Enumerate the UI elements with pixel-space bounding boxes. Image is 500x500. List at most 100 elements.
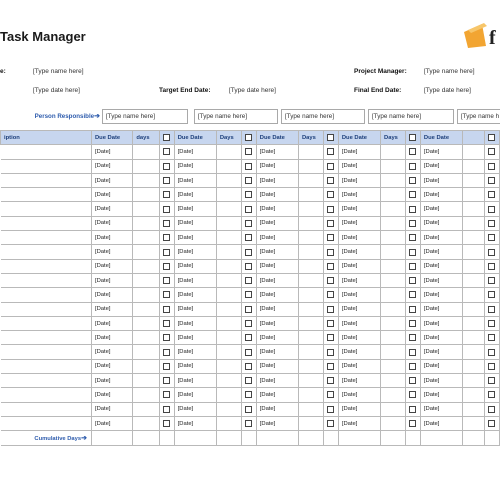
days-cell[interactable]	[380, 301, 406, 317]
due-date-cell[interactable]: [Date]	[255, 172, 299, 189]
days-cell[interactable]	[215, 287, 242, 303]
due-date-cell[interactable]: [Date]	[337, 315, 382, 332]
cumulative-due-cell[interactable]	[419, 430, 464, 446]
days-cell[interactable]	[462, 330, 485, 346]
days-cell[interactable]	[380, 144, 406, 160]
done-checkbox[interactable]	[322, 415, 339, 432]
target-end-value[interactable]: [Type date here]	[229, 87, 276, 94]
done-checkbox[interactable]	[240, 244, 257, 260]
due-date-cell[interactable]: [Date]	[90, 415, 134, 432]
days-cell[interactable]	[215, 330, 242, 346]
due-date-cell[interactable]: [Date]	[337, 144, 382, 160]
done-checkbox[interactable]	[483, 373, 500, 389]
days-cell[interactable]	[215, 215, 242, 232]
due-date-cell[interactable]: [Date]	[255, 401, 299, 417]
done-checkbox[interactable]	[404, 187, 421, 203]
done-checkbox[interactable]	[483, 201, 500, 217]
person-responsible-input[interactable]: [Type name h	[457, 109, 500, 124]
days-cell[interactable]	[297, 387, 324, 403]
days-cell[interactable]	[215, 144, 242, 160]
due-date-cell[interactable]: [Date]	[419, 172, 464, 189]
days-cell[interactable]	[462, 144, 485, 160]
days-cell[interactable]	[132, 387, 160, 403]
task-description-cell[interactable]	[0, 144, 92, 160]
due-date-cell[interactable]: [Date]	[173, 415, 217, 432]
cumulative-check-cell[interactable]	[158, 430, 175, 446]
task-description-cell[interactable]	[0, 344, 92, 360]
days-cell[interactable]	[215, 187, 242, 203]
task-description-cell[interactable]	[0, 172, 92, 189]
person-responsible-input[interactable]: [Type name here]	[368, 109, 454, 124]
due-date-cell[interactable]: [Date]	[173, 344, 217, 360]
due-date-cell[interactable]: [Date]	[337, 187, 382, 203]
done-checkbox[interactable]	[240, 258, 257, 274]
done-checkbox[interactable]	[404, 172, 421, 189]
due-date-cell[interactable]: [Date]	[173, 301, 217, 317]
done-checkbox[interactable]	[158, 187, 175, 203]
days-cell[interactable]	[132, 344, 160, 360]
due-date-cell[interactable]: [Date]	[419, 401, 464, 417]
days-cell[interactable]	[132, 244, 160, 260]
days-cell[interactable]	[462, 415, 485, 432]
due-date-cell[interactable]: [Date]	[337, 158, 382, 174]
done-checkbox[interactable]	[322, 187, 339, 203]
cumulative-due-cell[interactable]	[173, 430, 217, 446]
days-cell[interactable]	[462, 344, 485, 360]
done-checkbox[interactable]	[483, 344, 500, 360]
project-manager-value[interactable]: [Type name here]	[424, 68, 475, 75]
done-checkbox[interactable]	[404, 401, 421, 417]
days-cell[interactable]	[215, 201, 242, 217]
task-description-cell[interactable]	[0, 301, 92, 317]
days-cell[interactable]	[462, 187, 485, 203]
due-date-cell[interactable]: [Date]	[255, 215, 299, 232]
due-date-cell[interactable]: [Date]	[419, 330, 464, 346]
due-date-cell[interactable]: [Date]	[90, 215, 134, 232]
done-checkbox[interactable]	[404, 144, 421, 160]
done-checkbox[interactable]	[158, 172, 175, 189]
done-checkbox[interactable]	[483, 272, 500, 289]
days-cell[interactable]	[297, 401, 324, 417]
days-cell[interactable]	[462, 172, 485, 189]
days-cell[interactable]	[380, 244, 406, 260]
days-cell[interactable]	[380, 315, 406, 332]
days-cell[interactable]	[132, 258, 160, 274]
done-checkbox[interactable]	[322, 172, 339, 189]
days-cell[interactable]	[380, 201, 406, 217]
days-cell[interactable]	[380, 230, 406, 246]
due-date-cell[interactable]: [Date]	[90, 187, 134, 203]
cumulative-days-cell[interactable]	[132, 430, 160, 446]
due-date-cell[interactable]: [Date]	[90, 358, 134, 375]
done-checkbox[interactable]	[483, 401, 500, 417]
days-cell[interactable]	[132, 358, 160, 375]
cumulative-check-cell[interactable]	[404, 430, 421, 446]
days-cell[interactable]	[462, 201, 485, 217]
done-checkbox[interactable]	[322, 401, 339, 417]
due-date-cell[interactable]: [Date]	[337, 287, 382, 303]
done-checkbox[interactable]	[240, 187, 257, 203]
days-cell[interactable]	[297, 330, 324, 346]
due-date-cell[interactable]: [Date]	[90, 272, 134, 289]
due-date-cell[interactable]: [Date]	[419, 244, 464, 260]
due-date-cell[interactable]: [Date]	[337, 215, 382, 232]
done-checkbox[interactable]	[483, 415, 500, 432]
days-cell[interactable]	[462, 373, 485, 389]
task-description-cell[interactable]	[0, 415, 92, 432]
due-date-cell[interactable]: [Date]	[90, 301, 134, 317]
done-checkbox[interactable]	[322, 215, 339, 232]
done-checkbox[interactable]	[158, 387, 175, 403]
days-cell[interactable]	[132, 301, 160, 317]
due-date-cell[interactable]: [Date]	[173, 230, 217, 246]
done-checkbox[interactable]	[483, 215, 500, 232]
done-checkbox[interactable]	[322, 158, 339, 174]
days-cell[interactable]	[462, 387, 485, 403]
done-checkbox[interactable]	[240, 373, 257, 389]
done-checkbox[interactable]	[404, 301, 421, 317]
days-cell[interactable]	[215, 387, 242, 403]
done-checkbox[interactable]	[404, 373, 421, 389]
due-date-cell[interactable]: [Date]	[337, 330, 382, 346]
days-cell[interactable]	[462, 358, 485, 375]
due-date-cell[interactable]: [Date]	[173, 144, 217, 160]
done-checkbox[interactable]	[483, 315, 500, 332]
due-date-cell[interactable]: [Date]	[255, 315, 299, 332]
due-date-cell[interactable]: [Date]	[337, 172, 382, 189]
